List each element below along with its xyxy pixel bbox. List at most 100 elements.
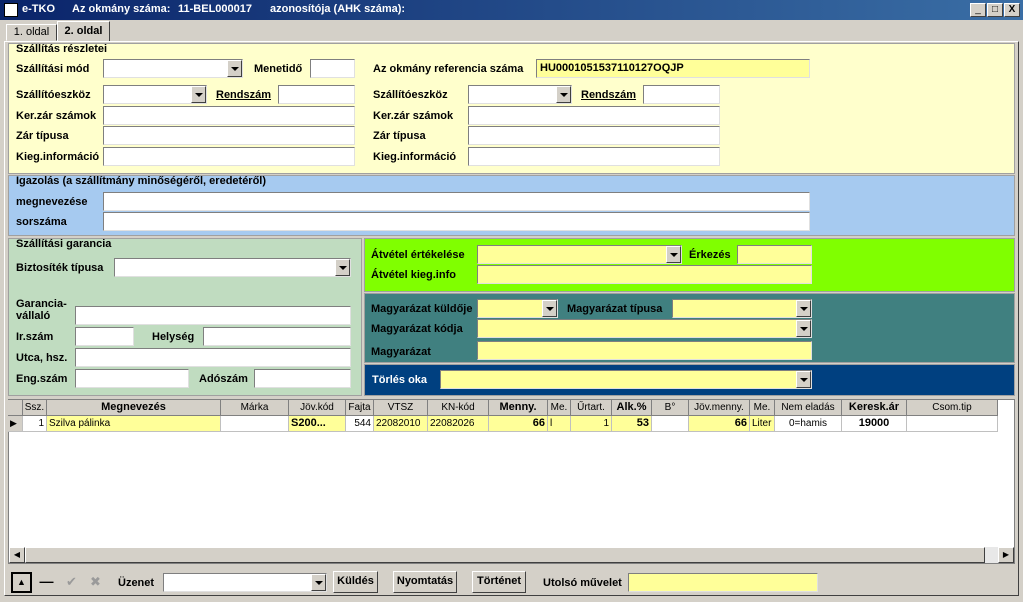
utolso-muvelet-label: Utolsó művelet (543, 577, 622, 589)
table-cell[interactable]: 544 (346, 416, 374, 432)
grid-column-header[interactable]: Keresk.ár (842, 400, 907, 416)
grid-column-header[interactable]: KN-kód (428, 400, 489, 416)
grid-column-header[interactable]: B° (652, 400, 689, 416)
table-row[interactable]: ▶ 1 Szilva pálinka S200... 544 22082010 220820… (8, 416, 998, 433)
nav-up-button[interactable]: ▲ (11, 572, 32, 593)
grid-column-header[interactable]: Alk.% (612, 400, 652, 416)
grid-column-header[interactable]: Jöv.kód (289, 400, 346, 416)
torles-oka-combo[interactable] (440, 370, 812, 389)
chevron-down-icon[interactable] (227, 60, 242, 77)
table-cell[interactable]: 1 (23, 416, 47, 432)
chevron-down-icon[interactable] (311, 574, 326, 591)
grid-column-header[interactable]: Megnevezés (47, 400, 221, 416)
menetido-input[interactable] (310, 59, 355, 78)
kerzar-input-left[interactable] (103, 106, 355, 125)
szallitas-title: Szállítás részletei (16, 43, 108, 55)
grid-column-header[interactable]: Me. (548, 400, 571, 416)
zartipus-input-right[interactable] (468, 126, 720, 145)
biztositek-combo[interactable] (114, 258, 351, 277)
cancel-button[interactable]: ✖ (85, 572, 106, 593)
grid-column-header[interactable]: Me. (750, 400, 775, 416)
chevron-down-icon[interactable] (796, 371, 811, 388)
delete-record-button[interactable]: — (36, 572, 57, 593)
szallitoeszkoz-combo-right[interactable] (468, 85, 572, 104)
rendszam-label-left: Rendszám (216, 89, 272, 101)
chevron-down-icon[interactable] (796, 300, 811, 317)
table-cell[interactable]: l (548, 416, 571, 432)
chevron-down-icon[interactable] (335, 259, 350, 276)
grid-column-header[interactable]: VTSZ (374, 400, 428, 416)
kuldes-button[interactable]: Küldés (333, 571, 378, 593)
table-cell[interactable] (652, 416, 689, 432)
grid-column-header[interactable]: Nem eladás (775, 400, 842, 416)
zartipus-input-left[interactable] (103, 126, 355, 145)
utca-input[interactable] (75, 348, 351, 367)
maximize-button[interactable]: □ (987, 3, 1003, 17)
close-button[interactable]: X (1004, 3, 1020, 17)
table-cell[interactable] (221, 416, 289, 432)
magyarazat-kodja-combo[interactable] (477, 319, 812, 338)
magyarazat-input[interactable] (477, 341, 812, 360)
atvetel-ertekeles-combo[interactable] (477, 245, 682, 264)
table-cell[interactable]: 19000 (842, 416, 907, 432)
rendszam-input-left[interactable] (278, 85, 355, 104)
table-cell[interactable] (907, 416, 998, 432)
szallitoeszkoz-combo-left[interactable] (103, 85, 207, 104)
garancia-vallalo-input[interactable] (75, 306, 351, 325)
magyarazat-kuldoje-combo[interactable] (477, 299, 558, 318)
grid-column-header[interactable]: Csom.tip (907, 400, 998, 416)
chevron-down-icon[interactable] (796, 320, 811, 337)
tab-oldal-1[interactable]: 1. oldal (6, 24, 57, 41)
kerzar-input-right[interactable] (468, 106, 720, 125)
table-cell[interactable]: 1 (571, 416, 612, 432)
szallitasi-mod-label: Szállítási mód (16, 63, 90, 75)
chevron-down-icon[interactable] (542, 300, 557, 317)
szallitasi-mod-combo[interactable] (103, 59, 243, 78)
chevron-down-icon[interactable] (666, 246, 681, 263)
tortenet-button[interactable]: Történet (472, 571, 526, 593)
grid-column-header[interactable]: Fajta (346, 400, 374, 416)
chevron-down-icon[interactable] (191, 86, 206, 103)
igazolas-sorszam-input[interactable] (103, 212, 810, 231)
table-cell[interactable]: 66 (489, 416, 548, 432)
ref-number-input[interactable]: HU0001051537110127OQJP (536, 59, 810, 78)
grid-column-header[interactable]: Márka (221, 400, 289, 416)
kieg-input-right[interactable] (468, 147, 720, 166)
igazolas-title: Igazolás (a szállítmány minőségéről, ere… (16, 175, 267, 187)
grid-column-header[interactable]: Ssz. (23, 400, 47, 416)
rendszam-input-right[interactable] (643, 85, 720, 104)
adoszam-input[interactable] (254, 369, 351, 388)
minimize-button[interactable]: _ (970, 3, 986, 17)
scroll-right-button[interactable]: ▶ (998, 547, 1014, 563)
table-cell[interactable]: 53 (612, 416, 652, 432)
table-cell[interactable]: Liter (750, 416, 775, 432)
helyseg-input[interactable] (203, 327, 351, 346)
nyomtatas-button[interactable]: Nyomtatás (393, 571, 457, 593)
erkezes-input[interactable] (737, 245, 812, 264)
table-cell[interactable]: S200... (289, 416, 346, 432)
chevron-down-icon[interactable] (556, 86, 571, 103)
table-cell[interactable]: 22082010 (374, 416, 428, 432)
tab-oldal-2[interactable]: 2. oldal (57, 21, 110, 42)
table-cell[interactable]: Szilva pálinka (47, 416, 221, 432)
confirm-button[interactable]: ✔ (61, 572, 82, 593)
scroll-left-button[interactable]: ◀ (9, 547, 25, 563)
irszam-input[interactable] (75, 327, 134, 346)
grid-column-header[interactable]: Jöv.menny. (689, 400, 750, 416)
engszam-input[interactable] (75, 369, 189, 388)
magyarazat-tipusa-combo[interactable] (672, 299, 812, 318)
igazolas-megnevezes-input[interactable] (103, 192, 810, 211)
atvetel-kieginfo-input[interactable] (477, 265, 812, 284)
table-cell[interactable]: 22082026 (428, 416, 489, 432)
uzenet-combo[interactable] (163, 573, 327, 592)
szallitoeszkoz-label-left: Szállítóeszköz (16, 89, 91, 101)
erkezes-label: Érkezés (689, 249, 731, 261)
kieg-input-left[interactable] (103, 147, 355, 166)
grid-column-header[interactable]: Űrtart. (571, 400, 612, 416)
table-cell[interactable]: 66 (689, 416, 750, 432)
scroll-thumb[interactable] (25, 547, 985, 563)
grid-column-header[interactable]: Menny. (489, 400, 548, 416)
doc-number-value: 11-BEL000017 (178, 3, 252, 15)
table-cell[interactable]: 0=hamis (775, 416, 842, 432)
horizontal-scrollbar[interactable]: ◀ ▶ (9, 547, 1014, 563)
